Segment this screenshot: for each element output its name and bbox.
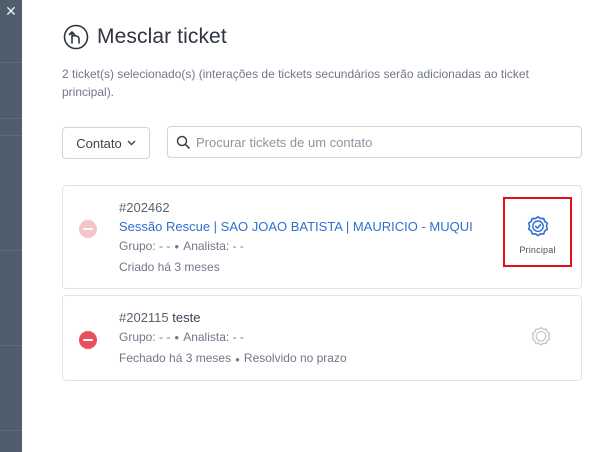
backdrop-divider <box>0 118 22 119</box>
ticket-closed: Fechado há 3 meses <box>119 351 232 366</box>
backdrop-divider <box>0 250 22 251</box>
ticket-analyst: Analista: - - <box>183 330 244 344</box>
ticket-card: #202462 Sessão Rescue | SAO JOAO BATISTA… <box>62 185 582 289</box>
ticket-sla: Resolvido no prazo <box>243 351 347 366</box>
contact-filter-label: Contato <box>76 135 122 151</box>
principal-badge-selected[interactable]: Principal <box>503 197 572 267</box>
close-icon[interactable]: ✕ <box>4 4 18 18</box>
remove-ticket-button[interactable] <box>79 331 97 349</box>
ticket-created: Criado há 3 meses <box>119 260 220 275</box>
contact-search-box[interactable] <box>167 126 582 158</box>
ticket-card: #202115 teste Grupo: - - ● Analista: - - F… <box>62 295 582 381</box>
ticket-group: Grupo: - - <box>119 239 171 253</box>
contact-filter-dropdown[interactable]: Contato <box>62 127 150 159</box>
remove-ticket-button[interactable] <box>79 220 97 238</box>
ticket-group: Grupo: - - <box>119 330 171 344</box>
ticket-info: #202115 teste Grupo: - - ● Analista: - - F… <box>119 309 347 370</box>
ticket-info: #202462 Sessão Rescue | SAO JOAO BATISTA… <box>119 199 473 278</box>
ticket-status: Criado há 3 meses <box>119 257 473 278</box>
set-principal-badge-icon[interactable] <box>530 326 552 348</box>
selection-summary: 2 ticket(s) selecionado(s) (interações d… <box>62 67 529 99</box>
principal-label: Principal <box>519 245 556 255</box>
backdrop-divider <box>0 62 22 63</box>
merge-icon <box>63 24 89 50</box>
backdrop-divider <box>0 345 22 346</box>
ticket-description: teste <box>172 310 201 325</box>
ticket-id: #202115 teste <box>119 310 201 325</box>
ticket-subject-link[interactable]: Sessão Rescue | SAO JOAO BATISTA | MAURI… <box>119 217 473 236</box>
search-input[interactable] <box>196 134 566 150</box>
page-title: Mesclar ticket <box>97 25 227 48</box>
backdrop: ✕ <box>0 0 22 452</box>
verified-badge-icon <box>527 216 548 237</box>
search-icon <box>176 135 190 149</box>
chevron-down-icon <box>127 138 136 148</box>
ticket-status: Fechado há 3 meses ● Resolvido no prazo <box>119 351 347 366</box>
ticket-assignment: Grupo: - - ● Analista: - - <box>119 239 244 253</box>
ticket-assignment: Grupo: - - ● Analista: - - <box>119 330 244 344</box>
panel-header: Mesclar ticket <box>63 24 227 50</box>
ticket-analyst: Analista: - - <box>183 239 244 253</box>
backdrop-divider <box>0 135 22 136</box>
merge-ticket-panel: Mesclar ticket 2 ticket(s) selecionado(s… <box>22 0 608 452</box>
backdrop-divider <box>0 430 22 431</box>
ticket-id: #202462 <box>119 200 170 215</box>
